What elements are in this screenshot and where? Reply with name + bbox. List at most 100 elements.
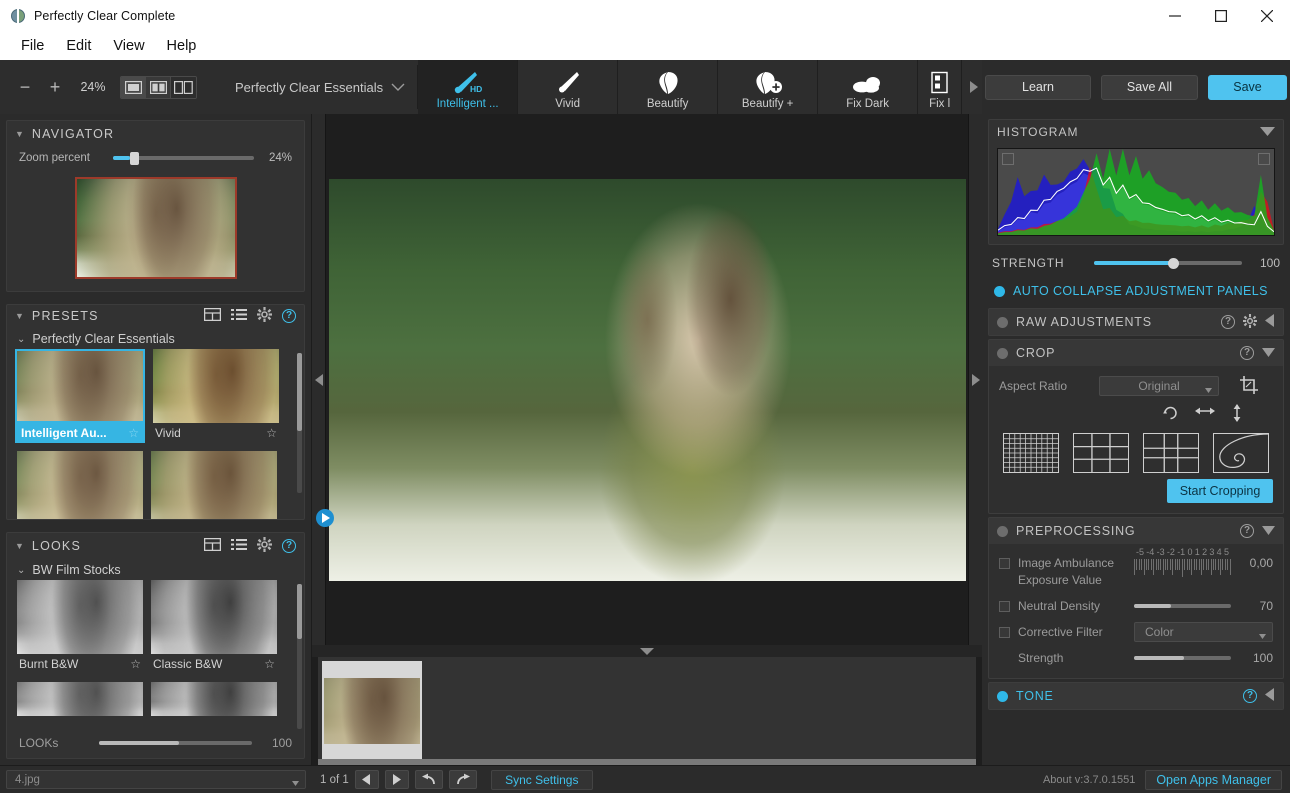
preset-item[interactable]: Intelligent Au... ☆ [15, 349, 145, 443]
histogram-shadow-clip-toggle[interactable] [1002, 153, 1014, 165]
filter-tab-beautify-plus[interactable]: Beautify + [718, 60, 818, 114]
zoom-percent-slider[interactable] [113, 156, 254, 160]
golden-grid-icon[interactable] [1143, 433, 1199, 473]
list-view-icon[interactable] [231, 308, 247, 324]
play-preview-button[interactable] [316, 509, 334, 527]
look-item[interactable]: Burnt B&W ☆ [17, 580, 143, 674]
filmstrip-collapse-toggle[interactable] [312, 645, 982, 657]
looks-header[interactable]: ▼ LOOKS ? [7, 533, 304, 558]
strength-slider[interactable] [1094, 261, 1242, 265]
collapse-left-panel-handle[interactable] [312, 114, 326, 645]
raw-adjustments-header[interactable]: RAW ADJUSTMENTS ? [989, 309, 1283, 335]
start-cropping-button[interactable]: Start Cropping [1167, 479, 1273, 503]
menu-item-help[interactable]: Help [156, 36, 208, 56]
auto-collapse-toggle[interactable]: AUTO COLLAPSE ADJUSTMENT PANELS [982, 280, 1290, 308]
preprocessing-strength-slider[interactable] [1134, 656, 1231, 660]
zoom-out-button[interactable]: − [10, 72, 40, 102]
tone-header[interactable]: TONE ? [989, 683, 1283, 709]
preset-item[interactable] [151, 451, 277, 519]
image-ambulance-checkbox[interactable] [999, 558, 1010, 569]
look-item[interactable] [17, 682, 143, 730]
grid-view-icon[interactable] [204, 538, 221, 554]
preview-image[interactable] [329, 179, 966, 581]
thirds-grid-icon[interactable] [1073, 433, 1129, 473]
gear-icon[interactable] [257, 537, 272, 555]
presets-group-header[interactable]: ⌄ Perfectly Clear Essentials [7, 327, 304, 349]
filter-tabs-scroll-right[interactable] [966, 60, 982, 114]
fine-grid-icon[interactable] [1003, 433, 1059, 473]
toggle-dot-icon[interactable] [997, 317, 1008, 328]
filter-tab-beautify[interactable]: Beautify [618, 60, 718, 114]
neutral-density-checkbox[interactable] [999, 601, 1010, 612]
favorite-star-icon[interactable]: ☆ [130, 657, 141, 671]
rotate-icon[interactable] [1162, 404, 1179, 425]
chevron-down-icon[interactable] [1262, 346, 1275, 360]
toggle-dot-icon[interactable] [997, 526, 1008, 537]
exposure-ruler[interactable]: -5-4-3-2-1012345 [1134, 550, 1231, 576]
open-apps-manager-button[interactable]: Open Apps Manager [1145, 770, 1282, 790]
chevron-down-icon[interactable] [1260, 125, 1275, 139]
histogram-header[interactable]: HISTOGRAM [989, 120, 1283, 144]
looks-group-header[interactable]: ⌄ BW Film Stocks [7, 558, 304, 580]
menu-item-view[interactable]: View [102, 36, 155, 56]
looks-scrollbar[interactable] [297, 584, 302, 729]
save-all-button[interactable]: Save All [1101, 75, 1198, 100]
look-item[interactable] [151, 682, 277, 730]
toggle-dot-icon[interactable] [997, 691, 1008, 702]
help-icon[interactable]: ? [1221, 315, 1235, 329]
next-arrow-icon[interactable] [385, 770, 409, 789]
help-icon[interactable]: ? [1240, 346, 1254, 360]
list-view-icon[interactable] [231, 538, 247, 554]
image-canvas[interactable] [312, 114, 982, 645]
sync-settings-button[interactable]: Sync Settings [491, 770, 593, 790]
favorite-star-icon[interactable]: ☆ [128, 426, 143, 440]
gear-icon[interactable] [257, 307, 272, 325]
menu-item-edit[interactable]: Edit [55, 36, 102, 56]
presets-scrollbar[interactable] [297, 353, 302, 493]
presets-header[interactable]: ▼ PRESETS ? [7, 305, 304, 327]
preset-selector-dropdown[interactable]: Perfectly Clear Essentials [235, 80, 405, 95]
file-selector[interactable]: 4.jpg [6, 770, 306, 789]
filter-tab-vivid[interactable]: Vivid [518, 60, 618, 114]
grid-view-icon[interactable] [204, 308, 221, 324]
side-by-side-view-icon[interactable] [171, 77, 196, 98]
toggle-dot-icon[interactable] [997, 348, 1008, 359]
single-view-icon[interactable] [121, 77, 146, 98]
navigator-header[interactable]: ▼ NAVIGATOR [7, 121, 304, 147]
zoom-in-button[interactable]: + [40, 72, 70, 102]
help-icon[interactable]: ? [282, 309, 296, 323]
prev-arrow-icon[interactable] [355, 770, 379, 789]
corrective-filter-select[interactable]: Color [1134, 622, 1273, 642]
help-icon[interactable]: ? [1243, 689, 1257, 703]
preset-item[interactable]: Vivid ☆ [153, 349, 279, 443]
help-icon[interactable]: ? [1240, 524, 1254, 538]
close-button[interactable] [1244, 0, 1290, 32]
help-icon[interactable]: ? [282, 539, 296, 553]
chevron-down-icon[interactable] [1262, 524, 1275, 538]
split-view-icon[interactable] [146, 77, 171, 98]
collapse-right-panel-handle[interactable] [968, 114, 982, 645]
look-item[interactable]: Classic B&W ☆ [151, 580, 277, 674]
filmstrip-scrollbar[interactable] [318, 759, 976, 765]
flip-vertical-icon[interactable] [1231, 404, 1243, 425]
crop-header[interactable]: CROP ? [989, 340, 1283, 366]
chevron-left-icon[interactable] [1265, 688, 1275, 704]
histogram-highlight-clip-toggle[interactable] [1258, 153, 1270, 165]
navigator-thumbnail[interactable] [75, 177, 237, 279]
preprocessing-header[interactable]: PREPROCESSING ? [989, 518, 1283, 544]
filter-tab-intelligent[interactable]: HD Intelligent ... [418, 60, 518, 114]
filter-tab-fix-dark[interactable]: Fix Dark [818, 60, 918, 114]
corrective-filter-checkbox[interactable] [999, 627, 1010, 638]
golden-spiral-icon[interactable] [1213, 433, 1269, 473]
neutral-density-slider[interactable] [1134, 604, 1231, 608]
save-button[interactable]: Save [1208, 75, 1287, 100]
aspect-ratio-select[interactable]: Original [1099, 376, 1219, 396]
gear-icon[interactable] [1243, 314, 1257, 331]
learn-button[interactable]: Learn [985, 75, 1091, 100]
flip-horizontal-icon[interactable] [1195, 404, 1215, 425]
minimize-button[interactable] [1152, 0, 1198, 32]
favorite-star-icon[interactable]: ☆ [264, 657, 275, 671]
menu-item-file[interactable]: File [10, 36, 55, 56]
filmstrip-item[interactable] [322, 661, 422, 761]
preset-item[interactable] [17, 451, 143, 519]
